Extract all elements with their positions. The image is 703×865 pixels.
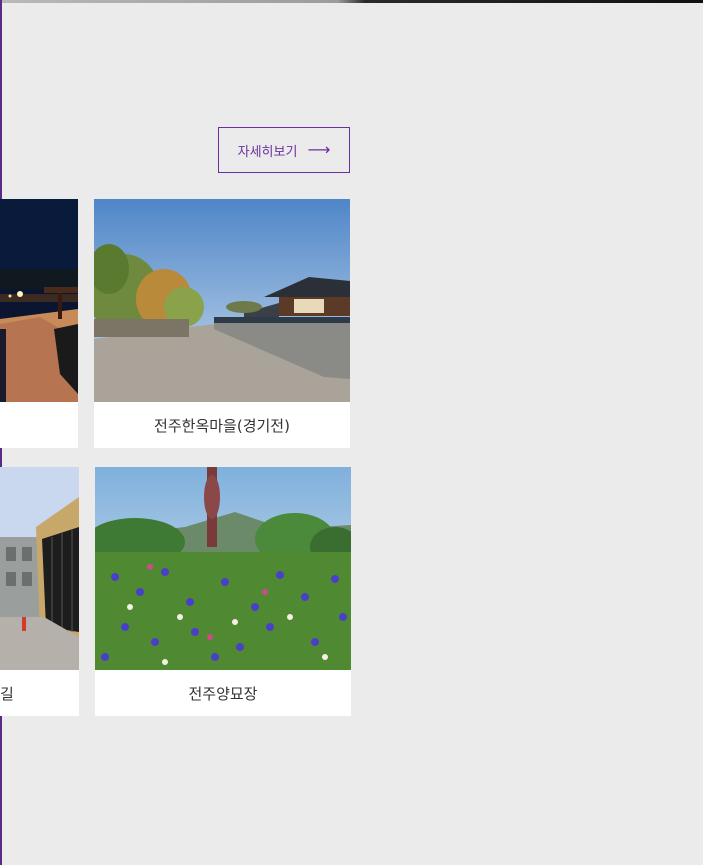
card-caption: 전주한옥마을(경기전) [154,416,290,435]
cornflower-field-photo [95,467,351,670]
card-caption [0,402,78,448]
long-arrow-right-icon: ⟶ [307,140,331,159]
card-caption: 전주양묘장 [188,684,258,703]
night-walkway-photo [0,199,78,402]
more-details-button[interactable]: 자세히보기 ⟶ [218,127,350,173]
attraction-card-hanok-village[interactable]: 전주한옥마을(경기전) [94,199,350,448]
card-caption: 길 [0,684,14,703]
attraction-card-night-walkway[interactable] [0,199,78,448]
top-image-strip [0,0,703,3]
more-details-label: 자세히보기 [237,144,298,160]
attraction-card-yangmyojang[interactable]: 전주양묘장 [95,467,351,716]
attraction-card-alley-street[interactable]: 길 [0,467,79,716]
hanok-village-wall-photo [94,199,350,402]
alley-buildings-photo [0,467,79,670]
